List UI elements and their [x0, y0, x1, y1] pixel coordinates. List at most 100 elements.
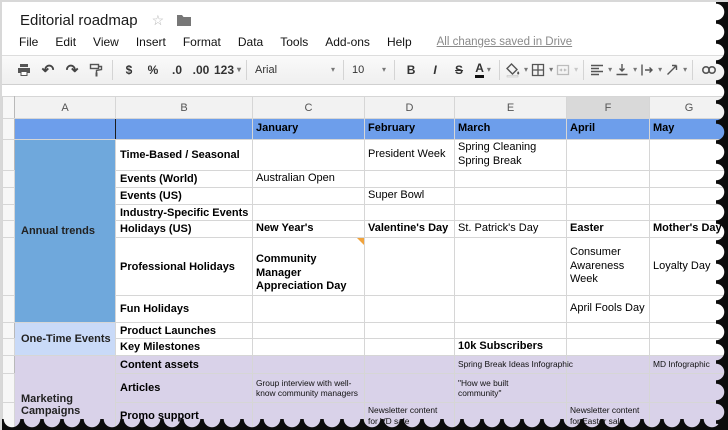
menu-file[interactable]: File [19, 35, 38, 49]
row-label[interactable]: Key Milestones [115, 338, 253, 356]
paint-format-button[interactable] [84, 59, 108, 81]
grid-cell[interactable] [252, 295, 365, 323]
grid-cell[interactable]: Spring Break Ideas Infographic [454, 355, 573, 374]
row-label[interactable]: Events (World) [115, 170, 253, 188]
row-header[interactable] [2, 295, 15, 323]
grid-cell[interactable] [454, 295, 567, 323]
section-label-one-time-events[interactable]: One-Time Events [14, 322, 116, 356]
grid-cell[interactable] [252, 355, 365, 374]
row-label[interactable]: Professional Holidays [115, 237, 253, 296]
fill-color-button[interactable]: ▾ [504, 59, 529, 81]
bold-button[interactable]: B [399, 59, 423, 81]
grid-cell[interactable] [566, 322, 650, 339]
menu-view[interactable]: View [93, 35, 119, 49]
row-header[interactable] [2, 170, 15, 188]
star-icon[interactable]: ☆ [152, 12, 165, 29]
row-header[interactable] [2, 220, 15, 238]
row-header[interactable] [2, 139, 15, 171]
row-header[interactable] [2, 322, 15, 339]
menu-help[interactable]: Help [387, 35, 412, 49]
month-cell-february[interactable]: February [364, 118, 455, 140]
grid-cell[interactable]: Valentine's Day [364, 220, 455, 238]
month-cell-march[interactable]: March [454, 118, 567, 140]
text-rotation-button[interactable]: ▾ [663, 59, 688, 81]
grid-cell[interactable] [14, 118, 116, 140]
menu-insert[interactable]: Insert [136, 35, 166, 49]
row-header[interactable] [2, 118, 15, 140]
row-header[interactable] [2, 373, 15, 403]
grid-cell[interactable]: Consumer Awareness Week [566, 237, 650, 296]
column-header-a[interactable]: A [14, 96, 116, 119]
grid-cell[interactable] [364, 322, 455, 339]
italic-button[interactable]: I [423, 59, 447, 81]
grid-cell[interactable]: Super Bowl [364, 187, 455, 205]
grid-cell[interactable]: Australian Open [252, 170, 365, 188]
increase-decimal-button[interactable]: .00 [189, 59, 213, 81]
grid-cell[interactable] [364, 170, 455, 188]
grid-cell[interactable] [252, 187, 365, 205]
more-formats-button[interactable]: 123 ▾ [213, 59, 242, 81]
grid-corner[interactable] [2, 96, 15, 119]
row-header[interactable] [2, 338, 15, 356]
grid-cell[interactable] [252, 139, 365, 171]
grid-cell[interactable]: Group interview with well- know communit… [252, 373, 365, 403]
grid-cell[interactable] [252, 338, 365, 356]
month-cell-april[interactable]: April [566, 118, 650, 140]
font-size-dropdown[interactable]: 10 ▾ [348, 60, 390, 80]
grid-cell[interactable]: April Fools Day [566, 295, 650, 323]
grid-cell[interactable] [566, 338, 650, 356]
column-header-b[interactable]: B [115, 96, 253, 119]
grid-cell[interactable]: Spring Cleaning Spring Break [454, 139, 567, 171]
redo-button[interactable]: ↷ [60, 59, 84, 81]
strikethrough-button[interactable]: S [447, 59, 471, 81]
print-button[interactable] [12, 59, 36, 81]
grid-cell[interactable] [364, 295, 455, 323]
month-cell-january[interactable]: January [252, 118, 365, 140]
borders-button[interactable]: ▾ [529, 59, 554, 81]
column-header-f[interactable]: F [566, 96, 650, 119]
row-header[interactable] [2, 187, 15, 205]
menu-data[interactable]: Data [238, 35, 263, 49]
grid-cell[interactable] [364, 338, 455, 356]
grid-cell[interactable]: St. Patrick's Day [454, 220, 567, 238]
grid-cell[interactable] [566, 139, 650, 171]
horizontal-align-button[interactable]: ▾ [588, 59, 613, 81]
grid-cell[interactable] [454, 204, 567, 221]
grid-cell[interactable] [364, 355, 455, 374]
grid-cell[interactable] [566, 355, 650, 374]
row-label[interactable]: Industry-Specific Events [115, 204, 253, 221]
currency-format-button[interactable]: $ [117, 59, 141, 81]
menu-edit[interactable]: Edit [55, 35, 76, 49]
grid-cell[interactable] [454, 237, 567, 296]
row-label[interactable]: Content assets [115, 355, 253, 374]
grid-cell[interactable] [454, 322, 567, 339]
row-label[interactable]: Time-Based / Seasonal [115, 139, 253, 171]
grid-cell[interactable] [115, 118, 253, 140]
row-header[interactable] [2, 204, 15, 221]
row-label[interactable]: Events (US) [115, 187, 253, 205]
grid-cell[interactable] [566, 373, 650, 403]
grid-cell[interactable]: Easter [566, 220, 650, 238]
section-label-annual-trends[interactable]: Annual trends [14, 139, 116, 323]
grid-cell[interactable] [566, 170, 650, 188]
font-family-dropdown[interactable]: Arial ▾ [251, 60, 339, 80]
grid-cell[interactable]: New Year's [252, 220, 365, 238]
grid-cell[interactable] [364, 204, 455, 221]
column-header-c[interactable]: C [252, 96, 365, 119]
grid-cell[interactable] [566, 187, 650, 205]
column-header-d[interactable]: D [364, 96, 455, 119]
grid-cell[interactable] [454, 170, 567, 188]
row-header[interactable] [2, 355, 15, 374]
drive-save-status-link[interactable]: All changes saved in Drive [437, 36, 573, 48]
decrease-decimal-button[interactable]: .0 [165, 59, 189, 81]
document-title[interactable]: Editorial roadmap [20, 12, 138, 29]
vertical-align-button[interactable]: ▾ [613, 59, 638, 81]
merge-cells-button[interactable]: ▾ [554, 59, 579, 81]
row-label[interactable]: Product Launches [115, 322, 253, 339]
menu-tools[interactable]: Tools [280, 35, 308, 49]
undo-button[interactable]: ↶ [36, 59, 60, 81]
grid-cell[interactable]: "How we built community" [454, 373, 567, 403]
folder-icon[interactable] [176, 14, 192, 27]
menu-format[interactable]: Format [183, 35, 221, 49]
grid-cell[interactable]: President Week [364, 139, 455, 171]
